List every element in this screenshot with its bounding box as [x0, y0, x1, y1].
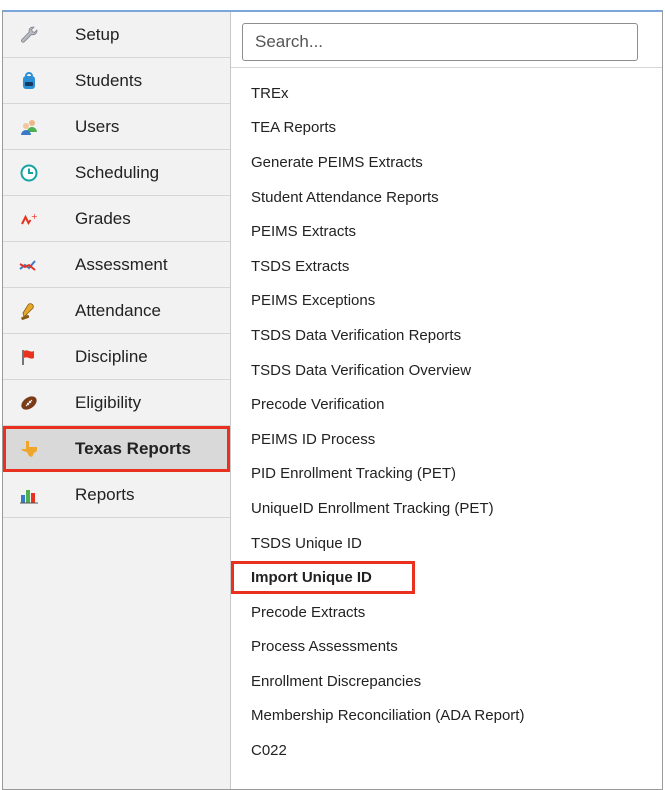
- report-item[interactable]: TSDS Data Verification Overview: [231, 353, 662, 388]
- sidebar-item-scheduling[interactable]: Scheduling: [3, 150, 230, 196]
- search-bar: [231, 12, 662, 68]
- clock-icon: [19, 163, 39, 183]
- report-item[interactable]: Generate PEIMS Extracts: [231, 145, 662, 180]
- sidebar-item-label: Eligibility: [75, 392, 142, 412]
- report-item[interactable]: Student Attendance Reports: [231, 180, 662, 215]
- grade-icon: +: [19, 209, 39, 229]
- bar-chart-icon: [19, 485, 39, 505]
- sidebar: Setup Students Users Scheduling + Grades: [3, 12, 231, 789]
- report-item[interactable]: Membership Reconciliation (ADA Report): [231, 699, 662, 734]
- bell-icon: [19, 301, 39, 321]
- sidebar-item-label: Scheduling: [75, 162, 160, 182]
- report-item[interactable]: Process Assessments: [231, 630, 662, 665]
- sidebar-item-label: Setup: [75, 24, 120, 44]
- report-item[interactable]: PID Enrollment Tracking (PET): [231, 457, 662, 492]
- report-item[interactable]: Precode Extracts: [231, 595, 662, 630]
- wrench-icon: [19, 25, 39, 45]
- sidebar-item-students[interactable]: Students: [3, 58, 230, 104]
- search-input[interactable]: [242, 23, 638, 61]
- users-icon: [19, 117, 39, 137]
- football-icon: [19, 393, 39, 413]
- report-item[interactable]: UniqueID Enrollment Tracking (PET): [231, 491, 662, 526]
- report-item[interactable]: Precode Verification: [231, 387, 662, 422]
- sidebar-item-label: Grades: [75, 208, 131, 228]
- sidebar-item-assessment[interactable]: Assessment: [3, 242, 230, 288]
- sidebar-item-label: Texas Reports: [75, 438, 191, 458]
- report-item[interactable]: PEIMS Exceptions: [231, 284, 662, 319]
- report-item[interactable]: TSDS Unique ID: [231, 526, 662, 561]
- sidebar-item-label: Reports: [75, 484, 135, 504]
- report-item[interactable]: TSDS Data Verification Reports: [231, 318, 662, 353]
- report-panel: TREx TEA Reports Generate PEIMS Extracts…: [231, 12, 662, 789]
- sidebar-item-label: Attendance: [75, 300, 162, 320]
- report-item[interactable]: TREx: [231, 76, 662, 111]
- sidebar-item-label: Assessment: [75, 254, 168, 274]
- report-item[interactable]: PEIMS Extracts: [231, 214, 662, 249]
- sidebar-item-discipline[interactable]: Discipline: [3, 334, 230, 380]
- report-item-import-unique-id[interactable]: Import Unique ID: [231, 560, 662, 595]
- sidebar-item-label: Discipline: [75, 346, 148, 366]
- menu-panel: Setup Students Users Scheduling + Grades: [2, 10, 663, 790]
- report-item[interactable]: PEIMS ID Process: [231, 422, 662, 457]
- sidebar-item-label: Users: [75, 116, 120, 136]
- report-item[interactable]: TEA Reports: [231, 111, 662, 146]
- report-item[interactable]: Enrollment Discrepancies: [231, 664, 662, 699]
- chart-line-icon: [19, 255, 39, 275]
- sidebar-item-setup[interactable]: Setup: [3, 12, 230, 58]
- sidebar-item-attendance[interactable]: Attendance: [3, 288, 230, 334]
- svg-text:+: +: [31, 212, 38, 221]
- sidebar-item-eligibility[interactable]: Eligibility: [3, 380, 230, 426]
- texas-icon: [19, 439, 39, 459]
- sidebar-item-texas-reports[interactable]: Texas Reports: [3, 426, 230, 472]
- flag-icon: [19, 347, 39, 367]
- report-item[interactable]: C022: [231, 733, 662, 768]
- sidebar-item-users[interactable]: Users: [3, 104, 230, 150]
- sidebar-item-reports[interactable]: Reports: [3, 472, 230, 518]
- sidebar-item-grades[interactable]: + Grades: [3, 196, 230, 242]
- sidebar-item-label: Students: [75, 70, 143, 90]
- report-list: TREx TEA Reports Generate PEIMS Extracts…: [231, 68, 662, 768]
- report-item[interactable]: TSDS Extracts: [231, 249, 662, 284]
- backpack-icon: [19, 71, 39, 91]
